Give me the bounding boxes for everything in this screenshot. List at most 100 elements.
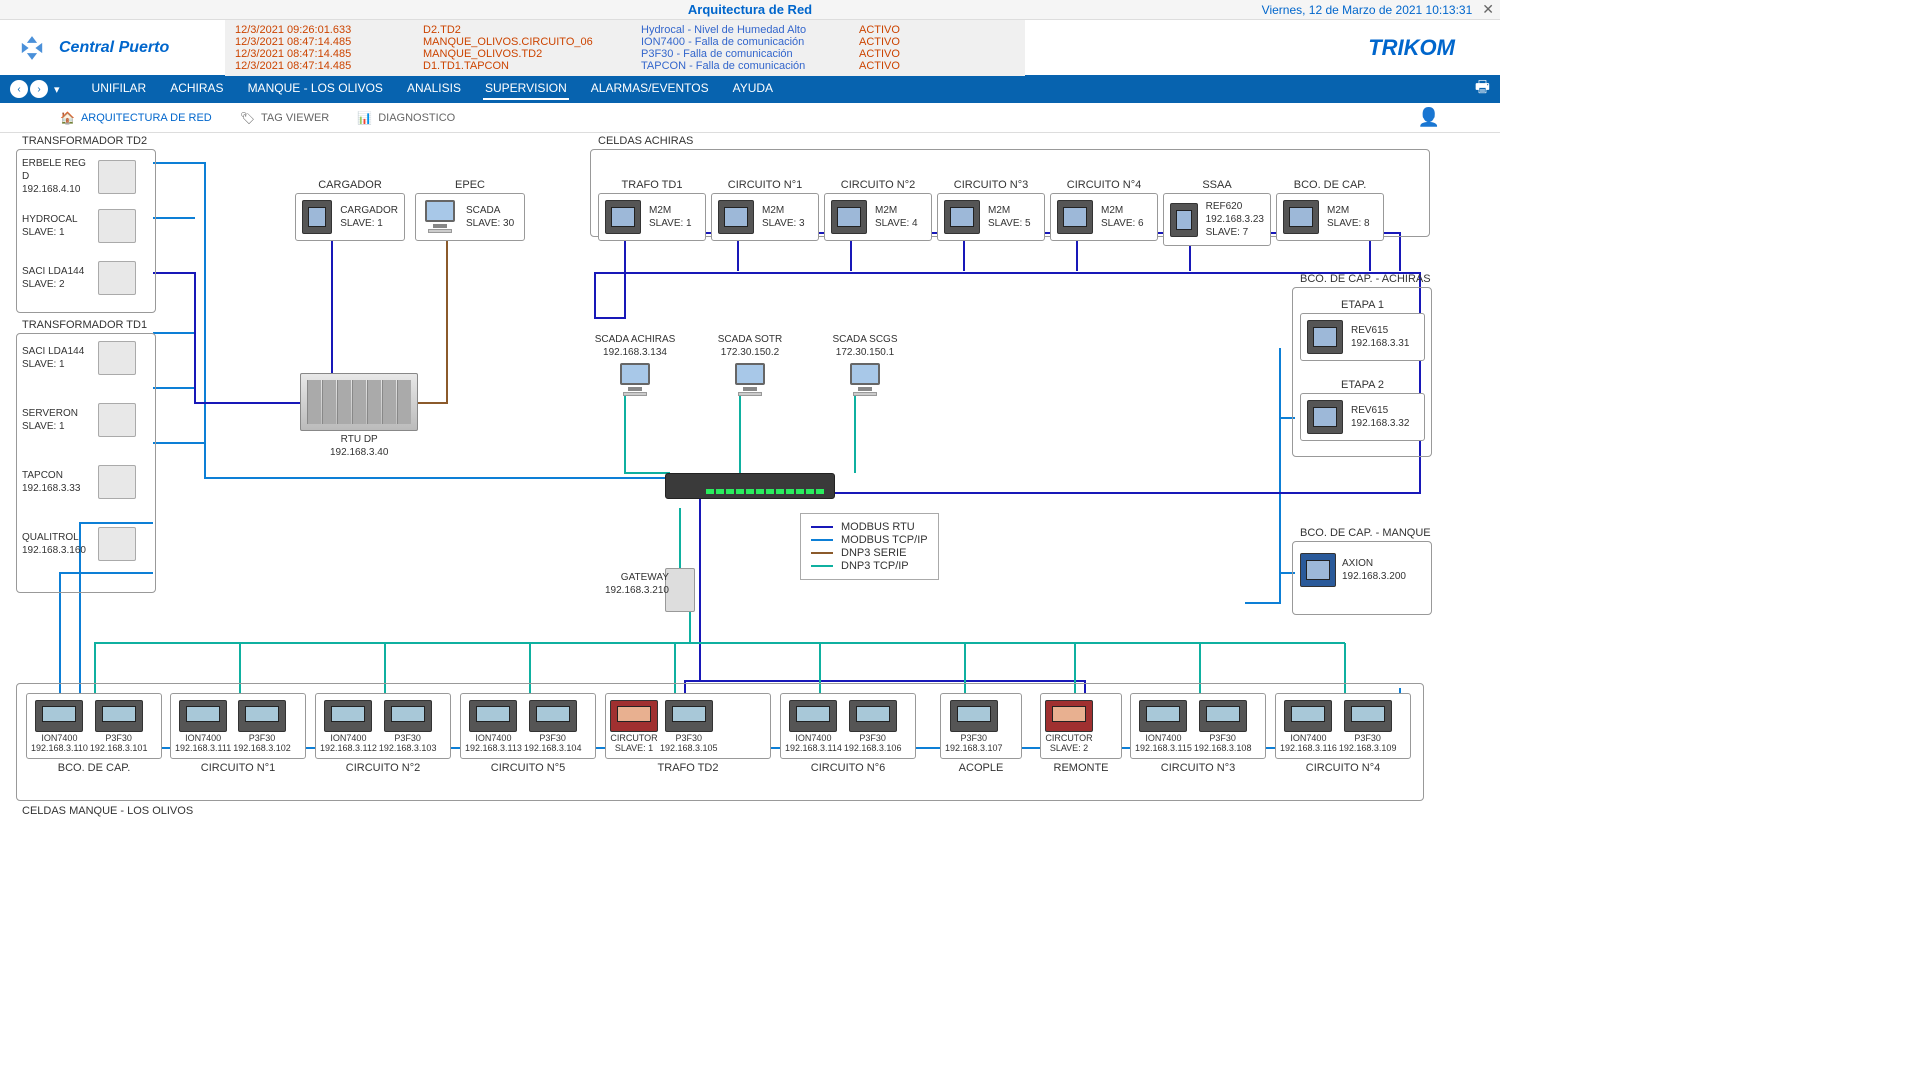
device-icon xyxy=(1344,700,1392,732)
device-node: P3F30192.168.3.101 xyxy=(90,700,148,754)
device-node: QUALITROL192.168.3.160 xyxy=(22,527,136,561)
bottom-cell: ACOPLEP3F30192.168.3.107 xyxy=(940,693,1022,759)
titlebar: Arquitectura de Red Viernes, 12 de Marzo… xyxy=(0,0,1500,20)
nav-item[interactable]: ANALISIS xyxy=(405,78,463,100)
scada-node: SCADA SOTR172.30.150.2 xyxy=(705,333,795,397)
cell-node: ETAPA 1REV615192.168.3.31 xyxy=(1300,313,1425,361)
nav-back-button[interactable]: ‹ xyxy=(10,80,28,98)
cell-node: CIRCUITO N°3M2MSLAVE: 5 xyxy=(937,193,1045,241)
header: Central Puerto 12/3/2021 09:26:01.633D2.… xyxy=(0,20,1500,75)
device-icon xyxy=(1057,200,1093,234)
logo: Central Puerto xyxy=(15,31,215,65)
tab-icon: 🏠 xyxy=(60,111,75,125)
cell-node: BCO. DE CAP.M2MSLAVE: 8 xyxy=(1276,193,1384,241)
device-icon xyxy=(1199,700,1247,732)
device-node: ERBELE REG D192.168.4.10 xyxy=(22,157,136,196)
alarm-banner: 12/3/2021 09:26:01.633D2.TD2Hydrocal - N… xyxy=(225,20,1025,76)
device-icon xyxy=(1284,700,1332,732)
device-node: P3F30192.168.3.109 xyxy=(1339,700,1397,754)
device-node: ION7400192.168.3.116 xyxy=(1280,700,1337,754)
tab-icon: 🏷 xyxy=(240,111,255,125)
nav-item[interactable]: ALARMAS/EVENTOS xyxy=(589,78,711,100)
nav-item[interactable]: UNIFILAR xyxy=(90,78,149,100)
computer-icon xyxy=(847,363,883,397)
bottom-cell: REMONTECIRCUTORSLAVE: 2 xyxy=(1040,693,1122,759)
alarm-row: 12/3/2021 08:47:14.485MANQUE_OLIVOS.CIRC… xyxy=(235,36,1015,48)
device-node: SACI LDA144SLAVE: 2 xyxy=(22,261,136,295)
logo-text: Central Puerto xyxy=(59,39,169,57)
device-node: P3F30192.168.3.103 xyxy=(379,700,437,754)
device-node: P3F30192.168.3.108 xyxy=(1194,700,1252,754)
bottom-cell: CIRCUITO N°6ION7400192.168.3.114P3F30192… xyxy=(780,693,916,759)
group-bottom-title: CELDAS MANQUE - LOS OLIVOS xyxy=(22,805,193,817)
print-icon[interactable]: 🖶 xyxy=(1475,76,1490,103)
group-bco-achiras-title: BCO. DE CAP. - ACHIRAS xyxy=(1300,273,1431,285)
group-td2-title: TRANSFORMADOR TD2 xyxy=(22,135,147,147)
device-icon xyxy=(1307,320,1343,354)
tab[interactable]: 📊DIAGNOSTICO xyxy=(357,111,455,125)
rtu-label: RTU DP192.168.3.40 xyxy=(330,433,388,459)
legend-row: MODBUS RTU xyxy=(811,521,928,533)
bottom-cell: TRAFO TD2CIRCUTORSLAVE: 1P3F30192.168.3.… xyxy=(605,693,771,759)
device-node: P3F30192.168.3.107 xyxy=(945,700,1003,754)
legend-row: DNP3 SERIE xyxy=(811,547,928,559)
nav-forward-button[interactable]: › xyxy=(30,80,48,98)
alarm-row: 12/3/2021 08:47:14.485D1.TD1.TAPCONTAPCO… xyxy=(235,60,1015,72)
device-node: CIRCUTORSLAVE: 2 xyxy=(1045,700,1093,754)
bottom-cell: CIRCUITO N°4ION7400192.168.3.116P3F30192… xyxy=(1275,693,1411,759)
nav-item[interactable]: ACHIRAS xyxy=(168,78,225,100)
cell-node: TRAFO TD1M2MSLAVE: 1 xyxy=(598,193,706,241)
device-icon xyxy=(665,700,713,732)
bottom-cell: CIRCUITO N°5ION7400192.168.3.113P3F30192… xyxy=(460,693,596,759)
device-node: ION7400192.168.3.115 xyxy=(1135,700,1192,754)
alarm-row: 12/3/2021 09:26:01.633D2.TD2Hydrocal - N… xyxy=(235,24,1015,36)
alarm-row: 12/3/2021 08:47:14.485MANQUE_OLIVOS.TD2P… xyxy=(235,48,1015,60)
device-node: ION7400192.168.3.112 xyxy=(320,700,377,754)
cell-node: CIRCUITO N°4M2MSLAVE: 6 xyxy=(1050,193,1158,241)
nav-item[interactable]: SUPERVISION xyxy=(483,78,569,100)
device-icon xyxy=(944,200,980,234)
rtu-device-icon xyxy=(300,373,418,431)
device-node: P3F30192.168.3.106 xyxy=(844,700,902,754)
device-node: P3F30192.168.3.105 xyxy=(660,700,718,754)
group-bco-manque-title: BCO. DE CAP. - MANQUE xyxy=(1300,527,1431,539)
tab[interactable]: 🏠ARQUITECTURA DE RED xyxy=(60,111,212,125)
device-icon xyxy=(302,200,332,234)
device-icon xyxy=(950,700,998,732)
logo-icon xyxy=(15,31,49,65)
device-icon xyxy=(238,700,286,732)
gateway-label: GATEWAY192.168.3.210 xyxy=(605,571,669,597)
computer-icon xyxy=(617,363,653,397)
device-node: TAPCON192.168.3.33 xyxy=(22,465,136,499)
node-cargador: CARGADOR CARGADORSLAVE: 1 xyxy=(295,193,405,241)
tab-icon: 📊 xyxy=(357,111,372,125)
device-node: SACI LDA144SLAVE: 1 xyxy=(22,341,136,375)
device-icon xyxy=(384,700,432,732)
nav-item[interactable]: MANQUE - LOS OLIVOS xyxy=(246,78,385,100)
device-icon xyxy=(324,700,372,732)
device-icon xyxy=(1283,200,1319,234)
nav-dropdown-icon[interactable]: ▾ xyxy=(50,83,64,96)
legend-row: DNP3 TCP/IP xyxy=(811,560,928,572)
device-node: ION7400192.168.3.110 xyxy=(31,700,88,754)
close-icon[interactable]: ✕ xyxy=(1482,1,1494,18)
device-node: HYDROCALSLAVE: 1 xyxy=(22,209,136,243)
computer-icon xyxy=(732,363,768,397)
device-node: ION7400192.168.3.111 xyxy=(175,700,231,754)
bottom-cell: CIRCUITO N°2ION7400192.168.3.112P3F30192… xyxy=(315,693,451,759)
device-icon xyxy=(98,261,136,295)
device-node: SERVERONSLAVE: 1 xyxy=(22,403,136,437)
device-icon xyxy=(98,403,136,437)
device-node: P3F30192.168.3.102 xyxy=(233,700,291,754)
nav-item[interactable]: AYUDA xyxy=(731,78,775,100)
device-node: ION7400192.168.3.114 xyxy=(785,700,842,754)
device-icon xyxy=(1170,203,1198,237)
device-icon xyxy=(529,700,577,732)
node-epec: EPEC SCADASLAVE: 30 xyxy=(415,193,525,241)
scada-node: SCADA ACHIRAS192.168.3.134 xyxy=(590,333,680,397)
device-icon xyxy=(849,700,897,732)
page-title: Arquitectura de Red xyxy=(688,2,812,17)
tab[interactable]: 🏷TAG VIEWER xyxy=(240,111,329,125)
user-icon[interactable]: 👤 xyxy=(1418,107,1440,128)
device-icon xyxy=(718,200,754,234)
